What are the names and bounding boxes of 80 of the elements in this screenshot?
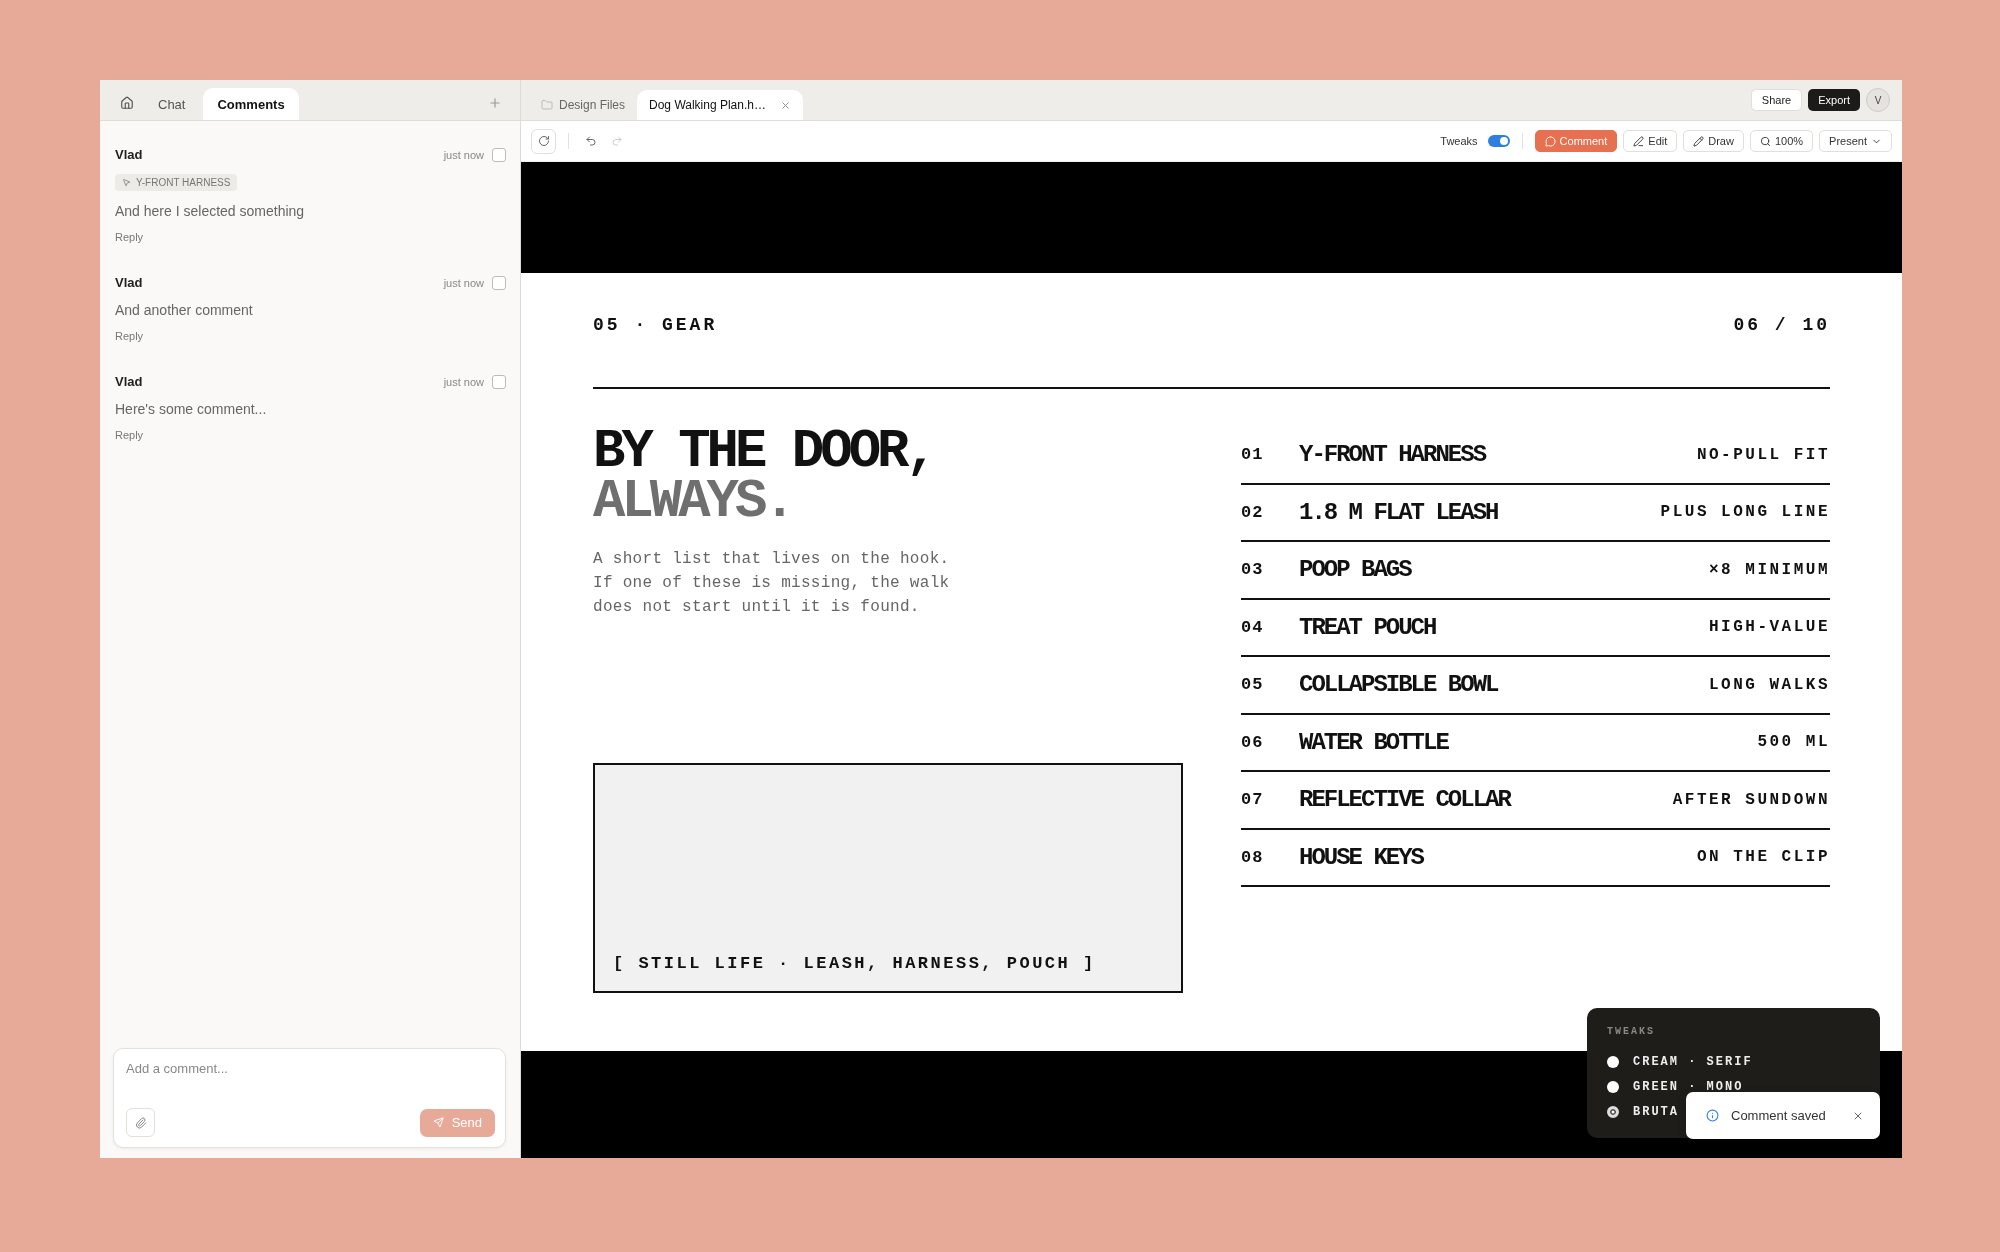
present-button[interactable]: Present: [1819, 130, 1892, 152]
item-name: REFLECTIVE COLLAR: [1299, 786, 1510, 814]
slide-description: A short list that lives on the hook. If one of these is missing, the walk does not start until it is found.: [593, 549, 951, 618]
comment-author: Vlad: [115, 275, 143, 290]
pointer-icon: [122, 178, 131, 187]
comment-time: just now: [443, 375, 484, 388]
theme-option-label: BRUTA: [1633, 1104, 1679, 1119]
paperclip-icon: [134, 1116, 147, 1129]
draw-button[interactable]: Draw: [1683, 130, 1744, 152]
item-note: ON THE CLIP: [1696, 848, 1830, 867]
pen-icon: [1633, 135, 1645, 147]
close-icon[interactable]: [780, 99, 791, 111]
slide-headline-accent: ALWAYS.: [593, 477, 792, 527]
item-name: TREAT POUCH: [1299, 613, 1436, 641]
section-label: 05 · GEAR: [593, 315, 718, 335]
comment-text: And here I selected something: [115, 203, 306, 219]
item-number: 01: [1241, 445, 1265, 465]
theme-radio[interactable]: [1607, 1105, 1619, 1118]
tweaks-label: Tweaks: [1440, 135, 1478, 147]
item-note: 500 ML: [1757, 733, 1830, 752]
item-note: PLUS LONG LINE: [1660, 503, 1830, 522]
pencil-icon: [1693, 135, 1705, 147]
item-note: NO-PULL FIT: [1696, 445, 1830, 464]
item-name: 1.8 M FLAT LEASH: [1299, 498, 1498, 526]
comment-time: just now: [443, 148, 484, 161]
info-icon: [1706, 1109, 1719, 1122]
export-button[interactable]: Export: [1808, 89, 1860, 111]
item-note: LONG WALKS: [1709, 675, 1830, 694]
item-note: ×8 MINIMUM: [1709, 560, 1830, 579]
panel-tab[interactable]: Comments: [203, 88, 299, 120]
folder-icon: [541, 99, 553, 111]
panel-tab[interactable]: Chat: [144, 88, 200, 120]
item-number: 03: [1241, 560, 1265, 580]
item-number: 07: [1241, 790, 1265, 810]
comment-text: And another comment: [115, 302, 254, 318]
comment-author: Vlad: [115, 147, 143, 162]
zoom-button[interactable]: 100%: [1749, 130, 1814, 152]
item-name: Y-FRONT HARNESS: [1299, 441, 1486, 469]
share-button[interactable]: Share: [1750, 89, 1803, 111]
comment-author: Vlad: [115, 374, 143, 389]
item-number: 02: [1241, 502, 1265, 522]
attach-button[interactable]: [126, 1108, 155, 1137]
reload-button[interactable]: [531, 128, 556, 154]
resolve-checkbox[interactable]: [492, 374, 506, 389]
file-tab[interactable]: Design Files: [529, 90, 638, 120]
item-number: 04: [1241, 617, 1265, 637]
tweaks-toggle[interactable]: [1487, 135, 1510, 147]
item-name: WATER BOTTLE: [1299, 728, 1448, 756]
item-name: COLLAPSIBLE BOWL: [1299, 671, 1498, 699]
item-number: 08: [1241, 847, 1265, 867]
item-note: HIGH-VALUE: [1709, 618, 1830, 637]
item-number: 05: [1241, 675, 1265, 695]
item-note: AFTER SUNDOWN: [1672, 790, 1830, 809]
search-icon: [1759, 135, 1771, 147]
resolve-checkbox[interactable]: [492, 275, 506, 290]
theme-option-label: CREAM · SERIF: [1633, 1054, 1753, 1069]
image-caption: [ STILL LIFE · LEASH, HARNESS, POUCH ]: [613, 954, 1096, 973]
reload-icon: [537, 135, 550, 147]
item-name: POOP BAGS: [1299, 556, 1411, 584]
page-counter: 06 / 10: [1733, 315, 1830, 335]
toast-message: Comment saved: [1731, 1108, 1826, 1123]
theme-radio[interactable]: [1607, 1055, 1619, 1068]
comment-time: just now: [443, 276, 484, 289]
slide-headline: BY THE DOOR,: [593, 427, 934, 477]
theme-radio[interactable]: [1607, 1080, 1619, 1093]
edit-button[interactable]: Edit: [1623, 130, 1678, 152]
tweaks-title: TWEAKS: [1607, 1026, 1656, 1037]
item-number: 06: [1241, 732, 1265, 752]
user-avatar[interactable]: V: [1866, 88, 1890, 112]
selection-tag-label: Y-FRONT HARNESS: [136, 177, 231, 188]
file-tab[interactable]: Dog Walking Plan.h…: [637, 90, 803, 120]
item-name: HOUSE KEYS: [1299, 843, 1424, 871]
comment-text: Here's some comment...: [115, 401, 268, 417]
theme-option-label: GREEN · MONO: [1633, 1079, 1744, 1094]
reply-link[interactable]: Reply: [115, 330, 506, 342]
resolve-checkbox[interactable]: [492, 147, 506, 162]
reply-link[interactable]: Reply: [115, 429, 506, 441]
send-icon: [432, 1117, 444, 1128]
comment-icon: [1544, 135, 1556, 147]
reply-link[interactable]: Reply: [115, 231, 506, 243]
